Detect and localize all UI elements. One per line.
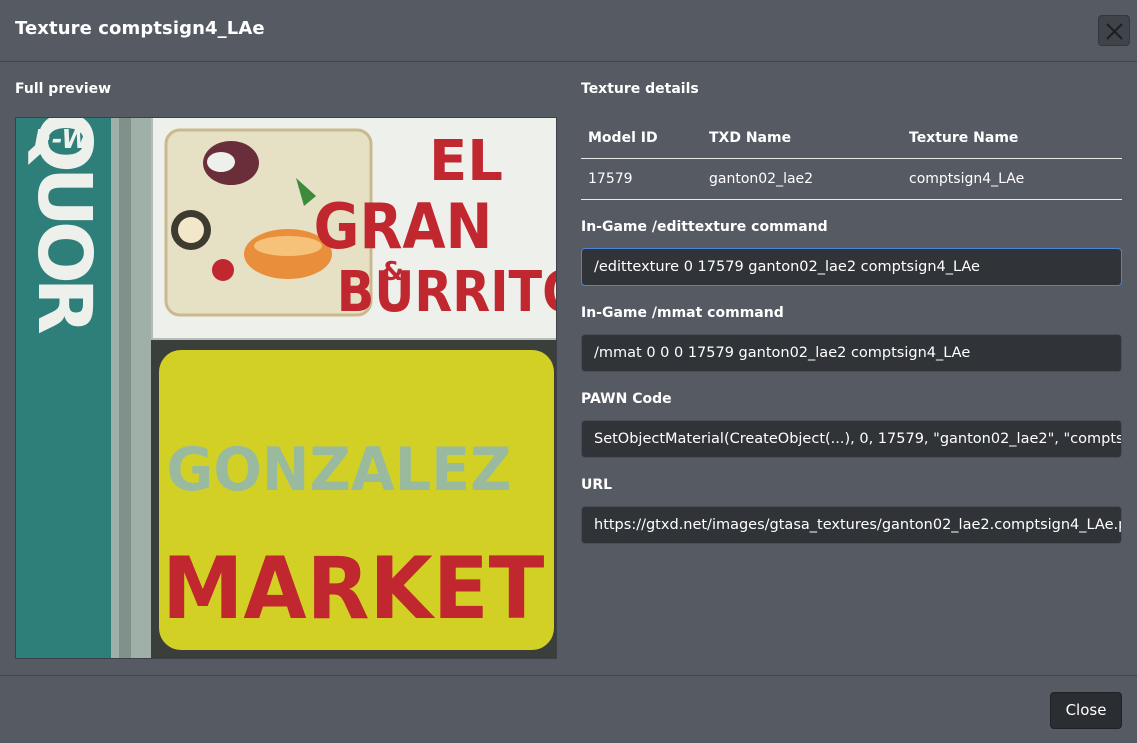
column-header-txd-name: TXD Name — [702, 118, 902, 159]
edittexture-label: In-Game /edittexture command — [581, 219, 828, 235]
column-header-model-id: Model ID — [581, 118, 702, 159]
details-label: Texture details — [581, 81, 699, 97]
column-header-texture-name: Texture Name — [902, 118, 1122, 159]
texture-details-table: Model ID TXD Name Texture Name 17579 gan… — [581, 118, 1122, 200]
url-label: URL — [581, 477, 613, 493]
table-row: 17579 ganton02_lae2 comptsign4_LAe — [581, 158, 1122, 200]
texture-preview-image: E-W LIQUOR EL GRAN & BURRITO GONZALEZ MA… — [15, 117, 557, 659]
svg-text:GONZALEZ: GONZALEZ — [167, 435, 512, 505]
close-x-button[interactable] — [1098, 15, 1130, 46]
edittexture-command-field[interactable]: /edittexture 0 17579 ganton02_lae2 compt… — [581, 248, 1122, 286]
svg-text:GRAN: GRAN — [314, 190, 493, 263]
cell-txd-name: ganton02_lae2 — [702, 158, 902, 200]
pawn-code-label: PAWN Code — [581, 391, 672, 407]
close-button[interactable]: Close — [1050, 692, 1122, 729]
url-field[interactable]: https://gtxd.net/images/gtasa_textures/g… — [581, 506, 1122, 544]
pawn-code-field[interactable]: SetObjectMaterial(CreateObject(...), 0, … — [581, 420, 1122, 458]
mmat-label: In-Game /mmat command — [581, 305, 784, 321]
svg-text:LIQUOR: LIQUOR — [21, 118, 107, 334]
modal-title: Texture comptsign4_LAe — [15, 18, 265, 39]
svg-text:MARKET: MARKET — [162, 538, 544, 638]
mmat-command-field[interactable]: /mmat 0 0 0 17579 ganton02_lae2 comptsig… — [581, 334, 1122, 372]
preview-label: Full preview — [15, 81, 112, 97]
cell-texture-name: comptsign4_LAe — [902, 158, 1122, 200]
svg-text:BURRITO: BURRITO — [337, 260, 556, 325]
svg-text:EL: EL — [429, 129, 503, 194]
modal-footer — [0, 675, 1137, 743]
cell-model-id: 17579 — [581, 158, 702, 200]
texture-modal: Texture comptsign4_LAe Full preview E-W … — [0, 0, 1137, 743]
modal-header: Texture comptsign4_LAe — [0, 0, 1137, 62]
close-icon — [1106, 23, 1123, 40]
table-header-row: Model ID TXD Name Texture Name — [581, 118, 1122, 159]
